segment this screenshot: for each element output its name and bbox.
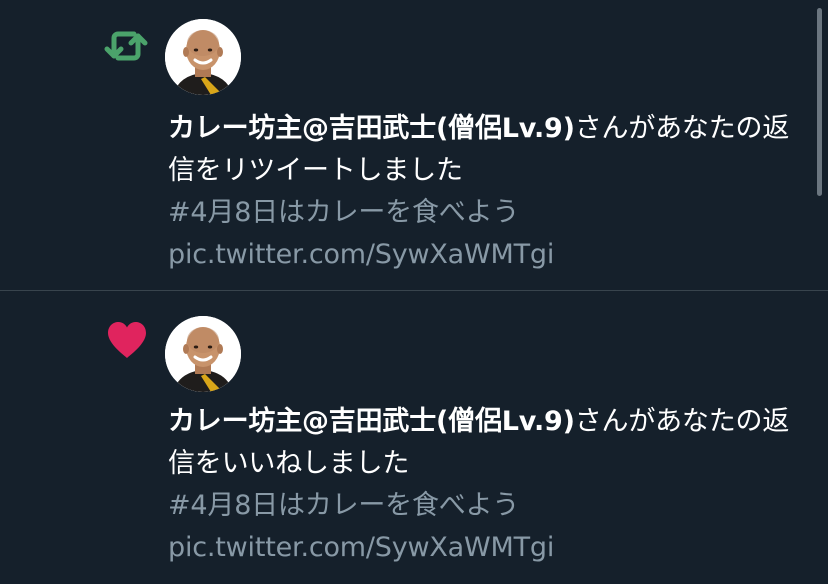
notification-item-retweet[interactable]: カレー坊主@吉田武士(僧侶Lv.9)さんがあなたの返信をリツイートしました #4… [0,0,828,290]
notification-item-like[interactable]: カレー坊主@吉田武士(僧侶Lv.9)さんがあなたの返信をいいねしました #4月8… [0,291,828,584]
avatar[interactable] [165,316,241,392]
heart-icon [101,314,153,366]
tweet-text: #4月8日はカレーを食べよう pic.twitter.com/SywXaWMTg… [168,490,555,563]
notification-text: カレー坊主@吉田武士(僧侶Lv.9)さんがあなたの返信をリツイートしました #4… [168,108,798,276]
user-name[interactable]: カレー坊主@吉田武士(僧侶Lv.9) [168,113,575,144]
tweet-text: #4月8日はカレーを食べよう pic.twitter.com/SywXaWMTg… [168,197,555,270]
avatar[interactable] [165,19,241,95]
notification-text: カレー坊主@吉田武士(僧侶Lv.9)さんがあなたの返信をいいねしました #4月8… [168,401,798,569]
retweet-icon [100,20,152,72]
scrollbar[interactable] [817,8,822,196]
user-name[interactable]: カレー坊主@吉田武士(僧侶Lv.9) [168,406,575,437]
